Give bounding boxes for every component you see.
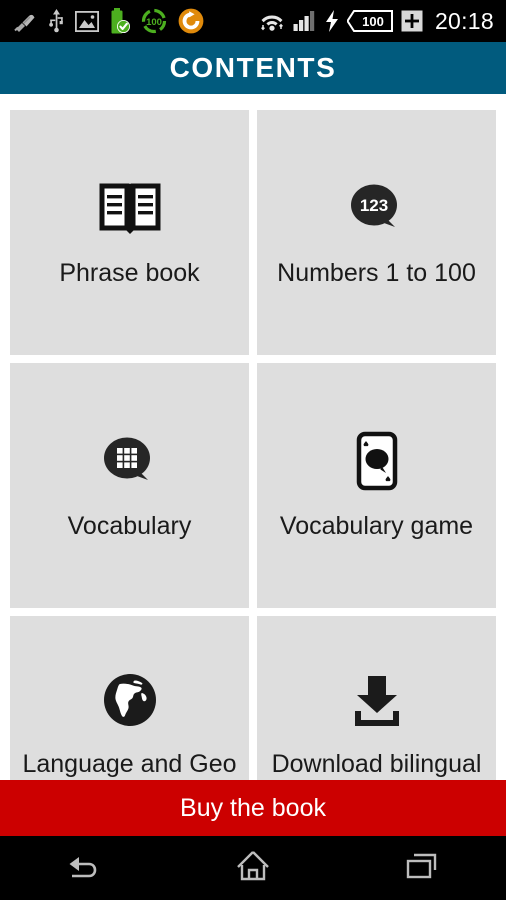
- back-button[interactable]: [0, 836, 169, 900]
- usb-icon: [49, 9, 64, 33]
- tile-label: Vocabulary: [67, 512, 192, 541]
- tile-vocabulary[interactable]: Vocabulary: [10, 363, 249, 608]
- tile-vocabulary-game[interactable]: Vocabulary game: [257, 363, 496, 608]
- app-bar: CONTENTS: [0, 42, 506, 94]
- cellular-signal-icon: [293, 10, 317, 32]
- charging-bolt-icon: [325, 10, 339, 32]
- status-bar-left-icons: 100: [12, 8, 204, 34]
- image-icon: [74, 10, 100, 32]
- home-icon: [235, 849, 271, 888]
- buy-the-book-label: Buy the book: [180, 793, 326, 822]
- recents-button[interactable]: [337, 836, 506, 900]
- tile-numbers-1-to-100[interactable]: 123 Numbers 1 to 100: [257, 110, 496, 355]
- tile-download-bilingual-audios[interactable]: Download bilingual audios: [257, 616, 496, 780]
- open-book-icon: [99, 176, 161, 242]
- tile-label: Numbers 1 to 100: [277, 259, 476, 288]
- tile-phrase-book[interactable]: Phrase book: [10, 110, 249, 355]
- cleaner-broom-icon: [12, 9, 38, 33]
- tile-label: Phrase book: [59, 259, 200, 288]
- recents-icon: [404, 850, 440, 887]
- download-icon: [348, 667, 406, 733]
- playing-card-speech-bubble-icon: [352, 429, 402, 495]
- battery-percent-circle-text: 100: [146, 17, 162, 28]
- contents-grid: Phrase book 123 Numbers 1 to 100 Vocabul…: [0, 94, 506, 780]
- tile-label: Download bilingual audios: [271, 750, 482, 778]
- status-bar: 100 100 20:18: [0, 0, 506, 42]
- tile-label: Vocabulary game: [279, 512, 474, 541]
- battery-level-icon: 100: [346, 10, 393, 32]
- status-bar-right-icons: 100 20:18: [259, 8, 494, 35]
- page-title: CONTENTS: [169, 52, 337, 83]
- speech-bubble-grid-icon: [100, 429, 160, 495]
- battery-percent-circle-icon: 100: [141, 8, 167, 34]
- home-button[interactable]: [169, 836, 338, 900]
- status-bar-clock: 20:18: [434, 7, 494, 34]
- sync-icon: [178, 8, 204, 34]
- battery-level-text: 100: [362, 14, 384, 29]
- speech-bubble-123-icon: 123: [347, 176, 407, 242]
- phone-screen: 100 100 20:18 CONTENTS Phrase book 123 N…: [0, 0, 506, 900]
- battery-charged-icon: [110, 8, 130, 34]
- buy-the-book-banner[interactable]: Buy the book: [0, 780, 506, 836]
- wifi-icon: [259, 10, 285, 32]
- tile-language-and-geo-quiz[interactable]: Language and Geo Quiz: [10, 616, 249, 780]
- plus-box-icon: [401, 10, 423, 32]
- globe-icon: [102, 667, 158, 733]
- back-arrow-icon: [63, 850, 105, 887]
- android-navigation-bar: [0, 836, 506, 900]
- speech-bubble-number-text: 123: [359, 196, 387, 215]
- tile-label: Language and Geo Quiz: [22, 750, 237, 778]
